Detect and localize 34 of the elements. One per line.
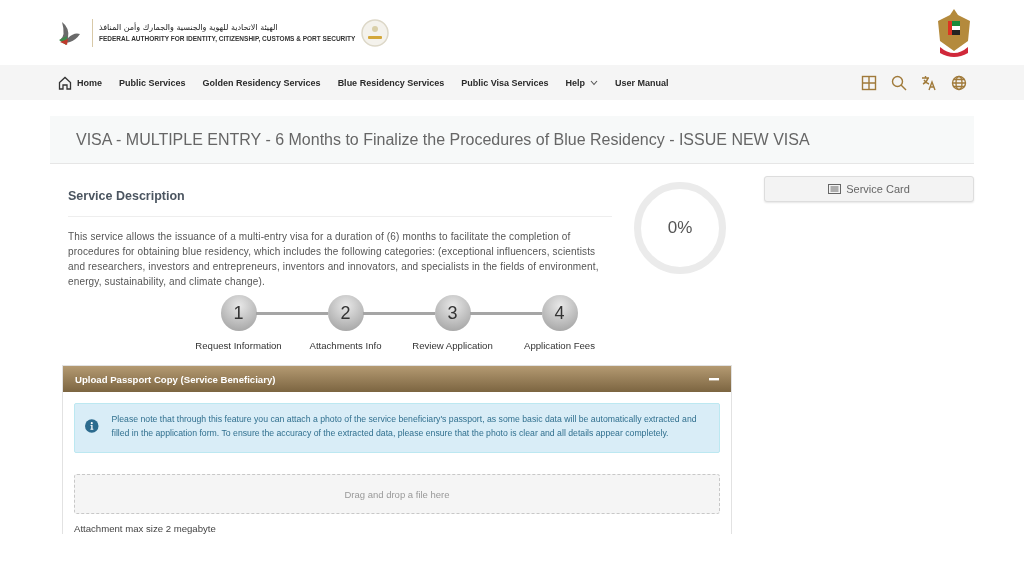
logo-arabic-text: الهيئة الاتحادية للهوية والجنسية والجمارك وأمن المنافذ — [99, 23, 279, 33]
seal-icon — [361, 18, 390, 47]
attachment-size-note: Attachment max size 2 megabyte — [74, 523, 217, 534]
translate-icon[interactable] — [921, 74, 937, 91]
nav-link[interactable]: User Manual — [615, 77, 669, 88]
nav-link[interactable]: Public Visa Services — [461, 77, 549, 88]
panel-title: Upload Passport Copy (Service Beneficiary) — [75, 373, 276, 385]
service-card-button[interactable]: Service Card — [764, 176, 974, 202]
page-title: VISA - MULTIPLE ENTRY - 6 Months to Finalize the Procedures of Blue Residency - ISSUE NEW VISA — [76, 130, 810, 149]
nav-link[interactable]: Golden Residency Services — [202, 77, 321, 88]
nav-link[interactable]: Home — [58, 75, 102, 90]
grid-icon[interactable] — [861, 74, 877, 91]
nav-link[interactable]: Public Services — [119, 77, 186, 88]
nav-link[interactable]: Help — [565, 77, 599, 88]
nav-link[interactable]: Blue Residency Services — [337, 77, 445, 88]
home-icon — [58, 75, 72, 90]
step-label: Request Information — [195, 340, 282, 351]
drop-zone-hint: Drag and drop a file here — [344, 488, 450, 500]
panel-header[interactable]: Upload Passport Copy (Service Beneficiary) — [63, 366, 731, 392]
section-heading: Service Description — [68, 182, 612, 217]
step-label: Attachments Info — [309, 340, 382, 351]
step-label: Application Fees — [524, 340, 595, 351]
notice-text: Please note that through this feature you can attach a photo of the service beneficiary's passport, as some basic data will be automatically extracted and filled in the application form. To ensure the accuracy of the extracted data, please ensure that the photo is clear and all details appear completely. — [111, 413, 698, 440]
progress-percentage: 0% — [667, 218, 693, 238]
description-text: This service allows the issuance of a multi-entry visa for a duration of (6) months to facilitate the completion of procedures for obtaining blue residency, which includes the following categories: (exceptional influencers, scientists and researchers, investors and entrepreneurs, inventors and innovators, and specialists in the fields of environment, energy, sustainability, and climate change). — [68, 230, 600, 289]
step-number: 2 — [327, 295, 364, 331]
chevron-down-icon — [590, 79, 599, 86]
step-number: 1 — [220, 295, 257, 331]
search-icon[interactable] — [891, 74, 907, 91]
globe-icon[interactable] — [951, 74, 967, 91]
card-icon — [828, 184, 842, 194]
step-label: Review Application — [412, 340, 493, 351]
step-number: 4 — [541, 295, 578, 331]
step-number: 3 — [434, 295, 471, 331]
